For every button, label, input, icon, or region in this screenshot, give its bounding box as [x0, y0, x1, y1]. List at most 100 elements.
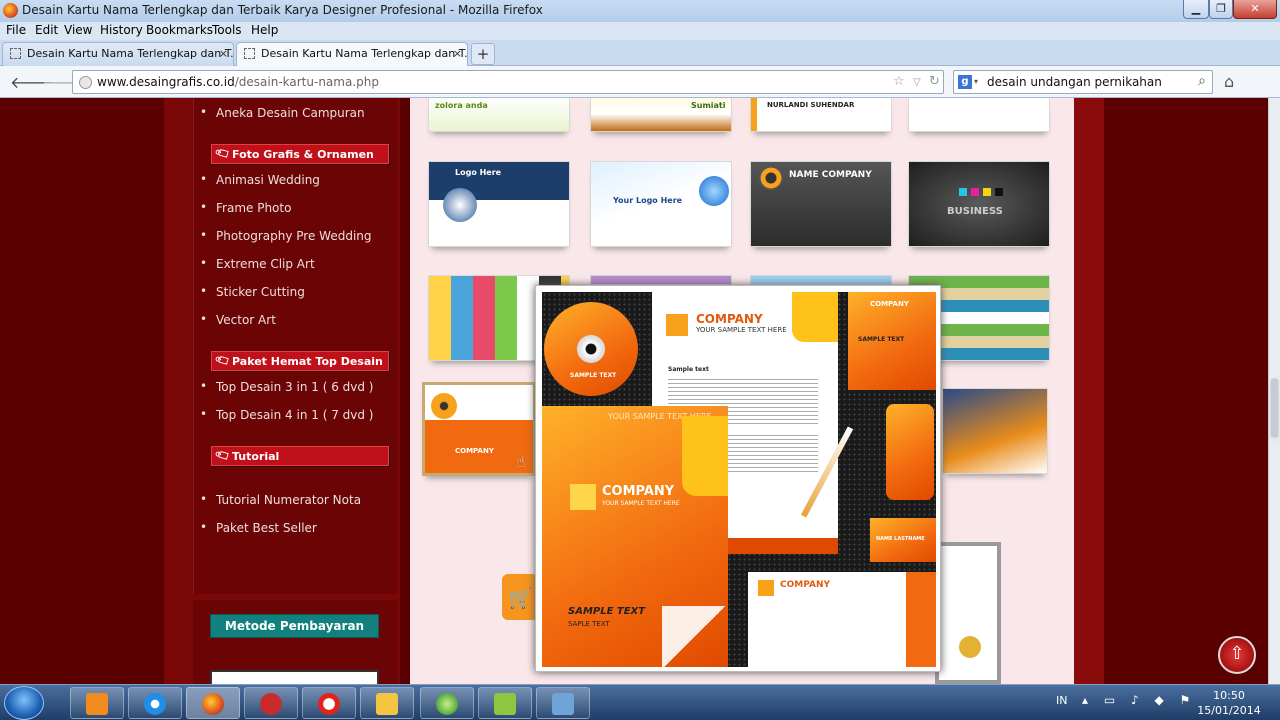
google-icon[interactable]: g [958, 75, 972, 89]
url-text[interactable]: www.desaingrafis.co.id/desain-kartu-nama… [97, 75, 379, 89]
taskbar-media-player[interactable] [70, 687, 124, 719]
taskbar-app-lime[interactable] [478, 687, 532, 719]
card-thumb-2[interactable]: Sumiati [590, 98, 732, 132]
card-thumb-11[interactable] [750, 275, 892, 285]
sidebar-payment: Metode Pembayaran [193, 600, 398, 684]
tab-label: Desain Kartu Nama Terlengkap dan T... [27, 47, 234, 60]
section-header-tutorial: 🏷 Tutorial [211, 446, 389, 466]
bookmark-star-icon[interactable]: ☆ [893, 74, 905, 89]
menu-help[interactable]: Help [251, 23, 278, 37]
card-thumb-10[interactable] [590, 275, 732, 285]
sidebar-item-top-desain-4in1[interactable]: Top Desain 4 in 1 ( 7 dvd ) [200, 407, 374, 422]
start-button[interactable] [4, 686, 44, 720]
sidebar-item-numerator[interactable]: Tutorial Numerator Nota [200, 492, 361, 507]
firefox-icon [3, 3, 18, 18]
cd-mockup: SAMPLE TEXT [544, 302, 638, 396]
card-thumb-4[interactable] [908, 98, 1050, 132]
tab-close-icon[interactable]: × [219, 47, 228, 60]
image-preview-popup: SAMPLE TEXT COMPANY YOUR SAMPLE TEXT HER… [535, 285, 941, 672]
menu-history[interactable]: History [100, 23, 143, 37]
card-thumb-6[interactable]: Your Logo Here [590, 161, 732, 247]
payment-box [210, 670, 379, 684]
search-icon[interactable]: ⌕ [1198, 73, 1206, 89]
tab-close-icon[interactable]: × [453, 47, 462, 60]
card-thumb-8[interactable]: BUSINESS [908, 161, 1050, 247]
windows-taskbar: IN ▴ ▭ ♪ ◆ ⚑ 10:50 15/01/2014 [0, 684, 1280, 720]
business-card-mockup: COMPANY SAMPLE TEXT [848, 292, 936, 390]
tag-icon: 🏷 [213, 144, 233, 163]
tag-icon: 🏷 [213, 446, 233, 465]
sidebar-item-sticker[interactable]: Sticker Cutting [200, 284, 305, 299]
sidebar-item-aneka[interactable]: Aneka Desain Campuran [200, 105, 365, 120]
dropdown-icon[interactable]: ▽ [913, 77, 921, 88]
tray-icons[interactable]: ▴ ▭ ♪ ◆ ⚑ [1082, 693, 1196, 707]
tag-mockup [886, 404, 934, 500]
card-thumb-5[interactable]: Logo Here [428, 161, 570, 247]
sidebar-item-animasi-wedding[interactable]: Animasi Wedding [200, 172, 320, 187]
maximize-button[interactable]: ❐ [1209, 0, 1233, 19]
minimize-button[interactable]: ▁ [1183, 0, 1209, 19]
home-icon[interactable]: ⌂ [1224, 72, 1234, 91]
taskbar-firefox[interactable] [186, 687, 240, 719]
preview-image: SAMPLE TEXT COMPANY YOUR SAMPLE TEXT HER… [542, 292, 936, 667]
right-border [1074, 98, 1104, 684]
menu-bookmarks[interactable]: Bookmarks [146, 23, 213, 37]
sidebar-item-photography[interactable]: Photography Pre Wedding [200, 228, 371, 243]
search-bar[interactable]: g ▾ desain undangan pernikahan ⌕ [953, 70, 1213, 94]
payment-method-button[interactable]: Metode Pembayaran [210, 614, 379, 638]
window-titlebar[interactable]: Desain Kartu Nama Terlengkap dan Terbaik… [0, 0, 1280, 22]
sidebar-item-vector-art[interactable]: Vector Art [200, 312, 276, 327]
taskbar-app-green[interactable] [420, 687, 474, 719]
envelope-mockup: COMPANY [748, 572, 936, 667]
language-indicator[interactable]: IN [1056, 694, 1067, 707]
taskbar-ie[interactable] [128, 687, 182, 719]
url-bar[interactable]: www.desaingrafis.co.id/desain-kartu-nama… [72, 70, 944, 94]
taskbar-app-window[interactable] [536, 687, 590, 719]
clock-time: 10:50 [1213, 689, 1245, 702]
engine-dropdown-icon[interactable]: ▾ [974, 77, 978, 86]
search-input[interactable]: desain undangan pernikahan [987, 75, 1162, 89]
clock[interactable]: 10:50 15/01/2014 [1190, 688, 1268, 718]
scrollbar-thumb[interactable] [1270, 378, 1279, 438]
menu-file[interactable]: File [6, 23, 26, 37]
tab-1[interactable]: Desain Kartu Nama Terlengkap dan T... × [2, 42, 234, 66]
menu-bar: File Edit View History Bookmarks Tools H… [0, 22, 1280, 40]
sidebar-item-best-seller[interactable]: Paket Best Seller [200, 520, 317, 535]
page-icon [10, 48, 21, 59]
clock-date: 15/01/2014 [1197, 704, 1261, 717]
page-icon [244, 48, 255, 59]
sidebar: Aneka Desain Campuran 🏷 Foto Grafis & Or… [193, 98, 398, 594]
sidebar-item-frame-photo[interactable]: Frame Photo [200, 200, 292, 215]
certificate-image [935, 542, 1001, 684]
new-tab-button[interactable]: + [471, 43, 495, 65]
menu-tools[interactable]: Tools [212, 23, 242, 37]
reload-icon[interactable]: ↻ [929, 74, 940, 89]
tag-icon: 🏷 [213, 351, 233, 370]
sidebar-item-clip-art[interactable]: Extreme Clip Art [200, 256, 315, 271]
card-thumb-1[interactable]: zolora anda [428, 98, 570, 132]
scroll-top-button[interactable]: ⇧ [1218, 636, 1256, 674]
card-thumb-7[interactable]: NAME COMPANY [750, 161, 892, 247]
screen: Desain Kartu Nama Terlengkap dan Terbaik… [0, 0, 1280, 720]
taskbar-app-red[interactable] [244, 687, 298, 719]
taskbar-explorer[interactable] [360, 687, 414, 719]
card-thumb-3[interactable]: NURLANDI SUHENDAR [750, 98, 892, 132]
small-card-mockup: NAME LASTNAME [870, 518, 936, 562]
vertical-scrollbar[interactable] [1268, 98, 1280, 684]
section-header-foto-grafis: 🏷 Foto Grafis & Ornamen [211, 144, 389, 164]
folder-mockup: YOUR SAMPLE TEXT HERE COMPANY YOUR SAMPL… [542, 406, 728, 667]
card-thumb-14[interactable] [942, 388, 1048, 474]
globe-icon [79, 76, 92, 89]
mouse-cursor: ☝ [516, 452, 526, 471]
tab-bar: Desain Kartu Nama Terlengkap dan T... × … [0, 40, 1280, 66]
menu-edit[interactable]: Edit [35, 23, 58, 37]
cart-icon[interactable]: 🛒 [502, 574, 538, 620]
navigation-bar: 🡐 🡒 www.desaingrafis.co.id/desain-kartu-… [0, 66, 1280, 98]
close-button[interactable]: ✕ [1233, 0, 1277, 19]
taskbar-opera[interactable] [302, 687, 356, 719]
tab-label: Desain Kartu Nama Terlengkap dan T... [261, 47, 468, 60]
tab-2-active[interactable]: Desain Kartu Nama Terlengkap dan T... × [236, 42, 468, 66]
sidebar-item-top-desain-3in1[interactable]: Top Desain 3 in 1 ( 6 dvd ) [200, 379, 374, 394]
menu-view[interactable]: View [64, 23, 92, 37]
window-title: Desain Kartu Nama Terlengkap dan Terbaik… [22, 3, 543, 17]
